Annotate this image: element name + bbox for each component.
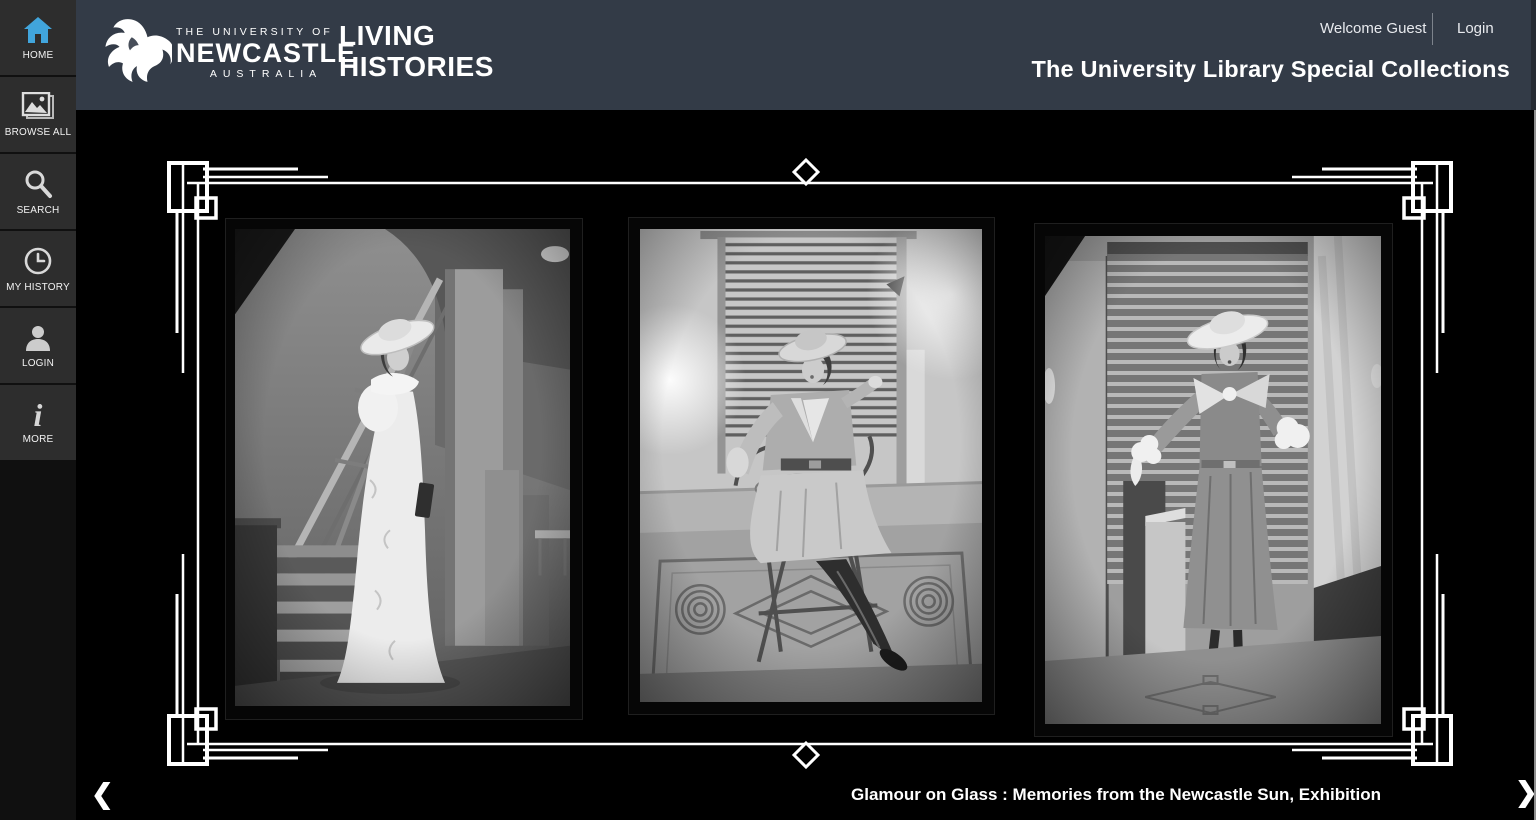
- sidebar-item-label: SEARCH: [17, 205, 60, 216]
- page-subtitle: The University Library Special Collectio…: [1031, 56, 1510, 83]
- home-icon: [22, 15, 54, 45]
- sidebar-item-label: LOGIN: [22, 358, 54, 369]
- photo-2-scene: [640, 229, 982, 702]
- university-logo-icon[interactable]: [102, 14, 172, 92]
- sidebar-item-more[interactable]: i MORE: [0, 385, 76, 460]
- header: THE UNIVERSITY OF NEWCASTLE AUSTRALIA LI…: [76, 0, 1536, 110]
- sidebar-item-home[interactable]: HOME: [0, 0, 76, 75]
- scrollbar-header-track: [1531, 0, 1536, 110]
- photos-icon: [20, 92, 56, 122]
- login-link[interactable]: Login: [1457, 20, 1494, 37]
- sidebar-item-label: BROWSE ALL: [5, 127, 71, 138]
- sidebar-item-login[interactable]: LOGIN: [0, 308, 76, 383]
- search-icon: [22, 168, 54, 200]
- sidebar: HOME BROWSE ALL SEARCH MY HISTORY LOGIN: [0, 0, 76, 820]
- header-divider: [1432, 13, 1433, 45]
- welcome-text: Welcome Guest: [1320, 20, 1426, 37]
- photo-3-scene: [1045, 236, 1381, 724]
- sidebar-item-label: MORE: [23, 434, 54, 445]
- site-title[interactable]: LIVING HISTORIES: [339, 20, 494, 82]
- university-line3: AUSTRALIA: [176, 68, 356, 80]
- sidebar-item-my-history[interactable]: MY HISTORY: [0, 231, 76, 306]
- carousel-caption: Glamour on Glass : Memories from the New…: [851, 785, 1381, 805]
- glass-plate-photo-3[interactable]: [1034, 223, 1393, 737]
- university-wordmark[interactable]: THE UNIVERSITY OF NEWCASTLE AUSTRALIA: [176, 26, 356, 80]
- sidebar-item-label: HOME: [23, 50, 54, 61]
- university-name: NEWCASTLE: [176, 39, 356, 67]
- sidebar-item-label: MY HISTORY: [6, 282, 70, 293]
- clock-icon: [22, 245, 54, 277]
- sidebar-item-browse-all[interactable]: BROWSE ALL: [0, 77, 76, 152]
- university-line1: THE UNIVERSITY OF: [176, 26, 356, 38]
- sidebar-item-search[interactable]: SEARCH: [0, 154, 76, 229]
- glass-plate-photo-2[interactable]: [628, 217, 995, 715]
- person-icon: [22, 323, 54, 353]
- photo-1-scene: [235, 229, 570, 706]
- carousel-next-button[interactable]: ❯: [1515, 779, 1536, 806]
- info-icon: i: [34, 401, 43, 429]
- carousel-prev-button[interactable]: ❮: [91, 781, 114, 808]
- glass-plate-photo-1[interactable]: [225, 218, 583, 720]
